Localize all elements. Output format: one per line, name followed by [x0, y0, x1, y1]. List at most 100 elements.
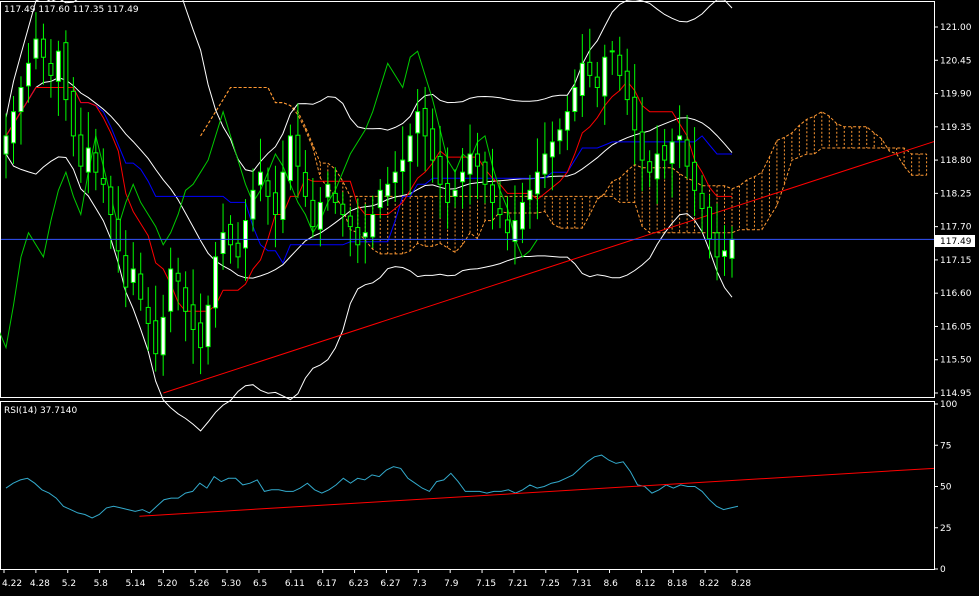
candle-body: [407, 135, 413, 163]
candle-body: [40, 38, 46, 58]
time-tick-label: 6.5: [253, 579, 267, 589]
time-tick-label: 4.22: [2, 579, 22, 589]
candle-body: [347, 215, 353, 228]
candle-body: [489, 184, 495, 203]
rsi-tick-label: 100: [940, 400, 957, 410]
candle-body: [325, 183, 331, 198]
candle-body: [198, 322, 204, 349]
candle-body: [699, 192, 705, 209]
price-tick-label: 114.95: [940, 389, 972, 399]
candle-body: [430, 128, 436, 161]
candle-body: [579, 62, 585, 96]
candle-body: [18, 86, 24, 113]
candle-body: [632, 96, 638, 131]
candle-body: [482, 161, 488, 185]
candle-body: [475, 153, 481, 167]
candle-body: [594, 76, 600, 88]
chart-svg: 121.00 120.45 119.90 119.35 118.80 118.25 117.…: [0, 0, 979, 592]
candle-body: [512, 220, 518, 242]
time-tick-label: 5.20: [157, 579, 177, 589]
candle-body: [519, 201, 525, 230]
candle-body: [564, 111, 570, 131]
price-tick-label: 116.60: [940, 289, 972, 299]
candle-body: [497, 208, 503, 216]
candle-body: [10, 111, 16, 144]
candle-body: [272, 192, 278, 216]
candle-body: [452, 189, 458, 197]
candle-body: [257, 171, 263, 186]
candle-body: [85, 147, 91, 173]
candle-body: [317, 201, 323, 230]
price-tick-label: 116.05: [940, 322, 972, 332]
candle-body: [714, 232, 720, 258]
candle-body: [422, 107, 428, 137]
time-tick-label: 8.28: [731, 579, 751, 589]
time-tick-label: 7.3: [412, 579, 426, 589]
candle-body: [48, 62, 54, 76]
candle-body: [183, 287, 189, 312]
candle-body: [213, 256, 219, 309]
candle-body: [377, 189, 383, 209]
candle-body: [250, 189, 256, 220]
price-tick-label: 118.80: [940, 156, 972, 166]
candle-body: [729, 238, 735, 259]
candle-body: [145, 306, 151, 324]
candle-body: [220, 232, 226, 255]
candle-body: [549, 141, 555, 158]
time-tick-label: 8.22: [699, 579, 719, 589]
candle-body: [190, 304, 196, 330]
candle-body: [467, 153, 473, 175]
price-tick-label: 117.70: [940, 223, 972, 233]
candle-body: [662, 145, 668, 161]
candle-body: [130, 268, 136, 283]
candle-body: [287, 135, 293, 182]
candle-body: [280, 171, 286, 220]
time-tick-label: 6.17: [317, 579, 337, 589]
candle-body: [654, 153, 660, 180]
candle-body: [385, 183, 391, 197]
candle-body: [370, 214, 376, 238]
candle-body: [340, 203, 346, 216]
candle-body: [310, 199, 316, 228]
time-tick-label: 7.25: [540, 579, 560, 589]
time-tick-label: 5.2: [62, 579, 76, 589]
candle-body: [138, 273, 144, 300]
candle-body: [504, 219, 510, 234]
price-tick-label: 118.25: [940, 189, 972, 199]
price-tick-label: 115.50: [940, 356, 972, 366]
rsi-tick-label: 0: [940, 565, 946, 575]
candle-body: [265, 180, 271, 197]
time-tick-label: 7.21: [508, 579, 528, 589]
candle-body: [647, 161, 653, 173]
candle-body: [445, 182, 451, 203]
candle-body: [602, 56, 608, 97]
candle-body: [669, 141, 675, 164]
candle-body: [542, 153, 548, 175]
candle-body: [400, 159, 406, 172]
time-tick-label: 5.14: [125, 579, 145, 589]
candle-body: [460, 171, 466, 183]
current-price-label: 117.49: [940, 237, 972, 247]
candle-body: [609, 50, 615, 53]
candle-body: [33, 38, 39, 59]
candle-body: [722, 250, 728, 257]
candle-body: [527, 189, 533, 201]
candle-body: [228, 223, 234, 246]
candle-body: [677, 135, 683, 141]
candle-body: [63, 42, 69, 101]
candle-body: [235, 242, 241, 258]
candle-body: [175, 272, 181, 282]
candle-body: [437, 155, 443, 185]
candle-body: [100, 177, 106, 185]
candle-body: [692, 161, 698, 191]
price-tick-label: 120.45: [940, 56, 972, 66]
time-tick-label: 7.15: [476, 579, 496, 589]
time-tick-label: 4.28: [30, 579, 50, 589]
candle-body: [55, 50, 61, 82]
candle-body: [362, 232, 368, 238]
candle-body: [587, 61, 593, 76]
candle-body: [707, 206, 713, 240]
candle-body: [392, 171, 398, 183]
candle-body: [639, 131, 645, 161]
rsi-tick-label: 50: [940, 483, 952, 493]
